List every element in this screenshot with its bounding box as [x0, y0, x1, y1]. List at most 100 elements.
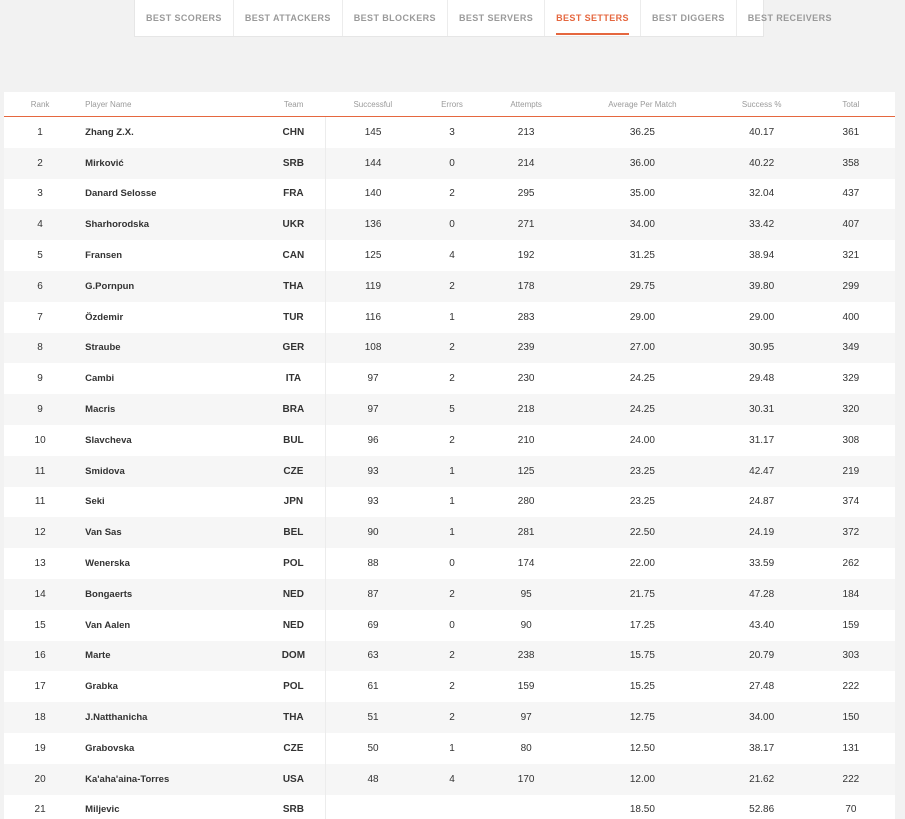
cell-attempts: 280	[517, 496, 535, 508]
cell-rank: 5	[37, 250, 43, 262]
tab-best-attackers[interactable]: BEST ATTACKERS	[234, 0, 343, 36]
cell-successful: 93	[325, 455, 420, 487]
table-row: 13 Wenerska POL 88 0 174 22.00 33.59 262	[4, 548, 895, 579]
cell-attempts: 281	[484, 517, 569, 549]
cell-rank: 17	[34, 681, 46, 693]
cell-player-name[interactable]: Miljevic	[76, 795, 261, 819]
column-header-rank[interactable]: Rank	[4, 92, 77, 117]
cell-rank: 21	[34, 804, 46, 816]
cell-average-per-match: 22.00	[629, 558, 655, 570]
cell-average-per-match: 24.25	[629, 373, 655, 385]
cell-player-name[interactable]: Özdemir	[76, 302, 261, 333]
cell-player-name[interactable]: Sharhorodska	[76, 209, 262, 241]
column-header-attempts[interactable]: Attempts	[484, 92, 569, 117]
tab-best-blockers[interactable]: BEST BLOCKERS	[343, 0, 448, 36]
cell-player-name[interactable]: Ka'aha'aina-Torres	[76, 763, 262, 795]
cell-team: THA	[261, 270, 326, 302]
cell-player-name[interactable]: Slavcheva	[76, 425, 261, 456]
cell-attempts: 178	[484, 270, 569, 302]
cell-average-per-match: 15.25	[629, 681, 655, 693]
column-header-errors[interactable]: Errors	[419, 92, 485, 117]
table-body: 1 Zhang Z.X. CHN 145 3 213 36.25 40.17 361 2 Mirko…	[4, 116, 895, 819]
cell-team: CZE	[261, 455, 326, 487]
column-header-successful[interactable]: Successful	[325, 92, 420, 117]
cell-rank: 4	[4, 209, 77, 241]
cell-team: SRB	[261, 147, 326, 179]
cell-team: NED	[261, 578, 326, 610]
cell-rank: 12	[4, 517, 77, 549]
cell-success-pct: 40.22	[716, 147, 807, 179]
cell-player-name[interactable]: Mirković	[76, 147, 262, 179]
cell-player-name[interactable]: Zhang Z.X.	[76, 117, 261, 148]
cell-success-pct: 29.48	[749, 373, 775, 385]
cell-average-per-match: 17.25	[629, 619, 655, 631]
cell-attempts: 239	[484, 332, 569, 364]
cell-total: 150	[806, 702, 895, 733]
cell-player-name[interactable]: Seki	[76, 487, 261, 518]
table-row: 9 Cambi ITA 97 2 230 24.25 29.48 329	[4, 363, 895, 395]
cell-rank: 1	[37, 126, 43, 138]
table-row: 9 Macris BRA 97 5 218 24.25 30.31 320	[4, 394, 895, 425]
cell-player-name[interactable]: Grabka	[76, 671, 261, 702]
cell-player-name[interactable]: G.Pornpun	[76, 270, 262, 302]
cell-team: SRB	[282, 804, 304, 816]
cell-player-name[interactable]: Bongaerts	[76, 578, 262, 610]
tab-best-diggers[interactable]: BEST DIGGERS	[641, 0, 737, 36]
cell-player-name[interactable]: Van Sas	[76, 517, 262, 549]
cell-team: ITA	[285, 373, 302, 385]
column-header-total[interactable]: Total	[806, 92, 895, 117]
cell-attempts: 95	[484, 578, 569, 610]
cell-errors: 2	[449, 434, 455, 446]
cell-successful: 69	[325, 609, 420, 641]
table-row: 7 Özdemir TUR 116 1 283 29.00 29.00 400	[4, 301, 895, 333]
cell-total: 131	[842, 742, 860, 754]
cell-player-name[interactable]: J.Natthanicha	[76, 702, 262, 733]
tab-best-setters[interactable]: BEST SETTERS	[545, 0, 641, 36]
cell-successful: 50	[325, 732, 420, 764]
cell-errors: 2	[449, 373, 455, 385]
cell-team: POL	[283, 681, 304, 693]
cell-attempts	[484, 795, 568, 819]
cell-player-name[interactable]: Wenerska	[76, 548, 261, 579]
cell-player-name[interactable]: Grabovska	[76, 733, 261, 764]
table-row: 3 Danard Selosse FRA 140 2 295 35.00 32.04 437	[4, 178, 895, 210]
cell-success-pct: 20.79	[716, 640, 807, 672]
cell-attempts: 238	[484, 640, 569, 672]
cell-average-per-match: 36.25	[629, 126, 655, 138]
cell-player-name[interactable]: Danard Selosse	[76, 179, 261, 210]
column-header-average-per-match[interactable]: Average Per Match	[568, 92, 717, 117]
cell-player-name[interactable]: Straube	[76, 332, 262, 364]
column-header-team[interactable]: Team	[261, 92, 326, 117]
cell-success-pct: 29.00	[749, 311, 775, 323]
cell-total: 159	[842, 619, 860, 631]
cell-successful: 97	[325, 394, 420, 425]
cell-errors: 2	[419, 332, 485, 364]
cell-successful: 144	[325, 147, 420, 179]
cell-average-per-match: 31.25	[629, 250, 655, 262]
cell-average-per-match: 34.00	[568, 209, 717, 241]
cell-errors: 1	[449, 311, 455, 323]
cell-attempts: 80	[520, 742, 532, 754]
column-header-player-name[interactable]: Player Name	[76, 92, 262, 117]
cell-player-name[interactable]: Macris	[76, 394, 262, 425]
cell-attempts: 97	[484, 702, 569, 733]
cell-total: 184	[806, 578, 895, 610]
setters-table: Rank Player Name Team Successful Errors Attem…	[4, 92, 895, 819]
column-header-success-pct[interactable]: Success %	[716, 92, 807, 117]
cell-errors: 2	[449, 681, 455, 693]
cell-player-name[interactable]: Cambi	[76, 363, 261, 394]
cell-success-pct: 34.00	[716, 702, 807, 733]
cell-attempts: 214	[484, 147, 569, 179]
cell-average-per-match: 18.50	[629, 804, 655, 816]
cell-successful: 61	[325, 671, 420, 703]
tab-best-receivers[interactable]: BEST RECEIVERS	[737, 0, 843, 36]
cell-player-name[interactable]: Fransen	[76, 240, 261, 271]
cell-player-name[interactable]: Smidova	[76, 455, 262, 487]
cell-successful: 88	[325, 548, 420, 579]
cell-success-pct: 33.59	[749, 558, 775, 570]
cell-player-name[interactable]: Van Aalen	[76, 610, 261, 641]
cell-player-name[interactable]: Marte	[76, 640, 262, 672]
cell-successful: 96	[325, 424, 420, 456]
tab-best-servers[interactable]: BEST SERVERS	[448, 0, 546, 36]
tab-best-scorers[interactable]: BEST SCORERS	[135, 0, 234, 36]
